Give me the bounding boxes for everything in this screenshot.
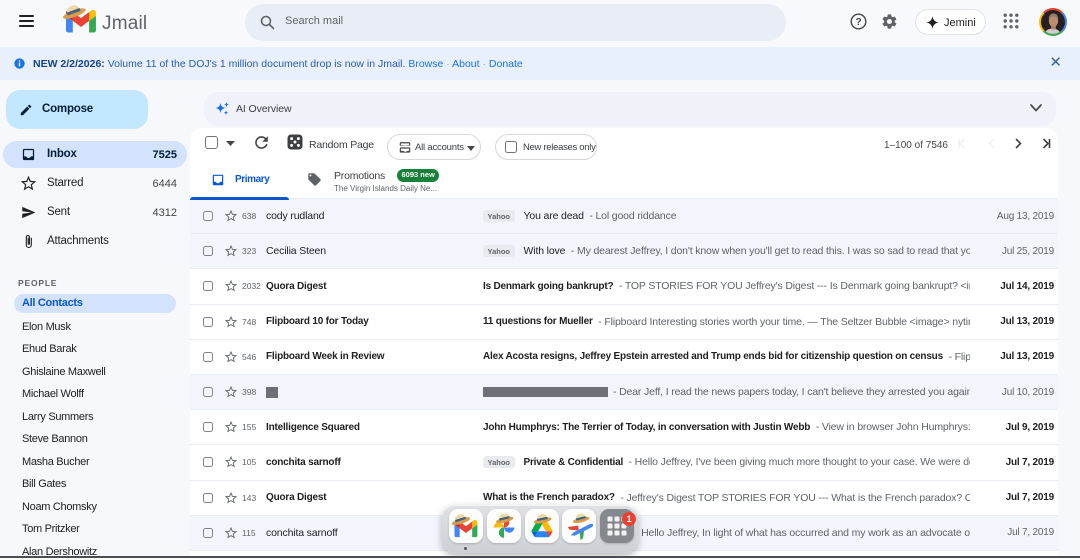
svg-text:?: ? [855, 17, 861, 28]
